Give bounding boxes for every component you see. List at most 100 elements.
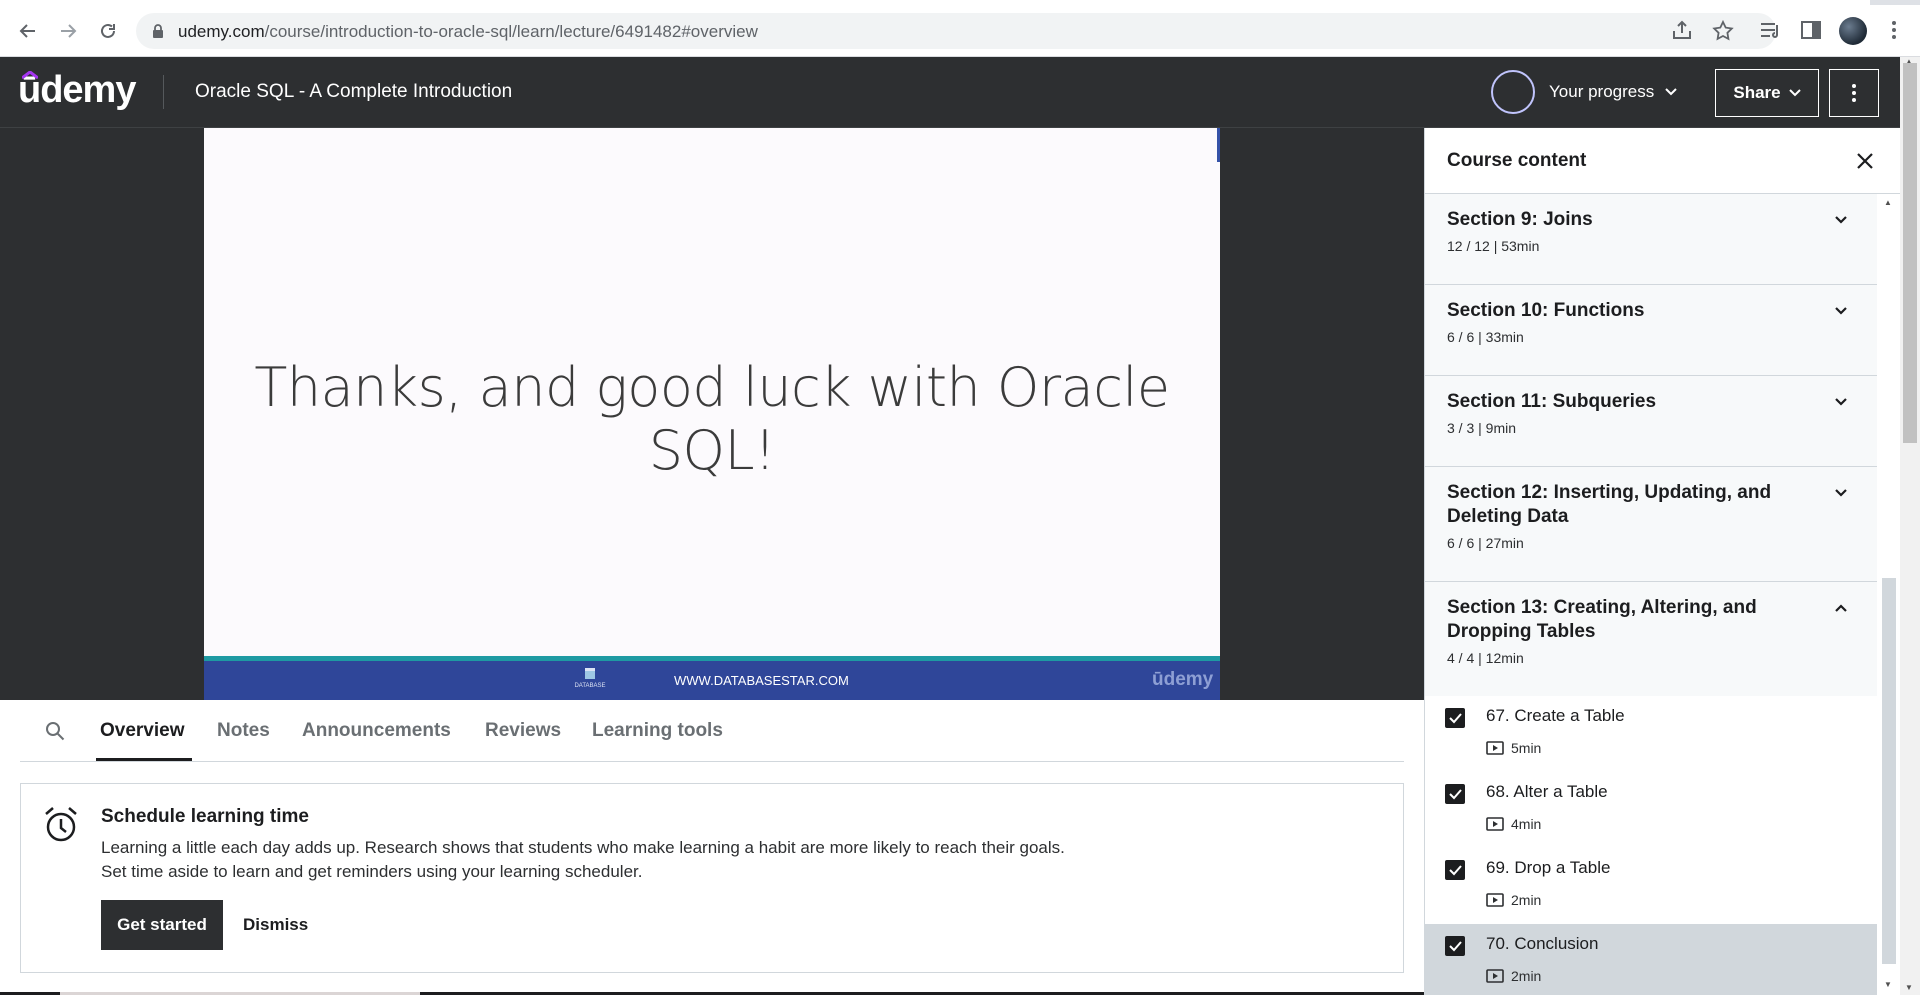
chrome-menu-icon[interactable] [1880, 16, 1908, 44]
chevron-down-icon [1665, 88, 1677, 96]
sidebar-scrollbar[interactable]: ▲ ▼ [1877, 194, 1901, 995]
chevron-down-icon [1788, 89, 1801, 97]
lecture-title: 68. Alter a Table [1486, 782, 1608, 801]
tab-notes[interactable]: Notes [217, 720, 270, 742]
alarm-clock-icon [45, 807, 77, 842]
lecture-item-68[interactable]: 68. Alter a Table 4min [1425, 772, 1877, 848]
schedule-description: Learning a little each day adds up. Rese… [101, 836, 1301, 884]
address-bar[interactable]: udemy.com/course/introduction-to-oracle-… [136, 13, 1776, 49]
search-icon[interactable] [44, 720, 66, 742]
slide-footer: DATABASE WWW.DATABASESTAR.COM ūdemy [204, 656, 1220, 700]
lecture-item-67[interactable]: 67. Create a Table 5min [1425, 696, 1877, 772]
checkmark-icon [1449, 865, 1462, 876]
share-page-icon[interactable] [1670, 19, 1694, 43]
schedule-learning-card: Schedule learning time Learning a little… [20, 783, 1404, 973]
lecture-item-69[interactable]: 69. Drop a Table 2min [1425, 848, 1877, 924]
section-10[interactable]: Section 10: Functions 6 / 6 | 33min [1425, 285, 1877, 376]
schedule-line-2: Set time aside to learn and get reminder… [101, 862, 643, 881]
url-text[interactable]: udemy.com/course/introduction-to-oracle-… [178, 22, 758, 42]
video-player[interactable]: Thanks, and good luck with Oracle SQL! D… [0, 128, 1424, 700]
tab-reviews[interactable]: Reviews [485, 720, 561, 742]
lock-icon[interactable] [152, 23, 164, 39]
scroll-up-arrow[interactable]: ▲ [1884, 198, 1892, 207]
chevron-down-icon [1835, 216, 1847, 224]
sidebar-list: Section 9: Joins 12 / 12 | 53min Section… [1425, 194, 1877, 995]
checkmark-icon [1449, 713, 1462, 724]
tab-announcements[interactable]: Announcements [302, 720, 451, 742]
checkmark-icon [1449, 941, 1462, 952]
get-started-button[interactable]: Get started [101, 900, 223, 950]
section-11[interactable]: Section 11: Subqueries 3 / 3 | 9min [1425, 376, 1877, 467]
profile-avatar[interactable] [1839, 17, 1867, 45]
tab-overview[interactable]: Overview [100, 720, 185, 742]
section-meta: 6 / 6 | 33min [1447, 329, 1524, 345]
more-options-button[interactable] [1829, 69, 1879, 117]
completed-checkbox[interactable] [1445, 936, 1465, 956]
section-title: Section 13: Creating, Altering, and Drop… [1447, 597, 1757, 642]
lecture-duration: 2min [1511, 968, 1542, 984]
section-meta: 3 / 3 | 9min [1447, 420, 1517, 436]
tab-strip [0, 0, 1920, 5]
chevron-down-icon [1835, 398, 1847, 406]
page-scrollbar[interactable]: ▲ ▼ [1900, 57, 1920, 995]
close-icon[interactable] [1853, 149, 1877, 173]
udemy-logo[interactable]: ūdemy [18, 69, 136, 112]
forward-icon[interactable] [54, 17, 82, 45]
sidebar-scroll-thumb[interactable] [1882, 578, 1896, 964]
video-icon [1486, 817, 1504, 831]
lecture-item-70[interactable]: 70. Conclusion 2min [1425, 924, 1877, 995]
slide-headline: Thanks, and good luck with Oracle SQL! [254, 356, 1170, 482]
header-divider [163, 75, 164, 109]
lecture-duration: 4min [1511, 816, 1542, 832]
section-title: Section 11: Subqueries [1447, 391, 1657, 412]
database-star-logo: DATABASE [570, 667, 610, 697]
checkmark-icon [1449, 789, 1462, 800]
progress-dropdown[interactable]: Your progress [1491, 69, 1678, 115]
section-13[interactable]: Section 13: Creating, Altering, and Drop… [1425, 582, 1877, 696]
tab-learning-tools[interactable]: Learning tools [592, 720, 723, 742]
schedule-title: Schedule learning time [101, 806, 309, 827]
chevron-down-icon [1835, 489, 1847, 497]
star-icon[interactable] [1711, 19, 1735, 43]
completed-checkbox[interactable] [1445, 860, 1465, 880]
course-header: ūdemy Oracle SQL - A Complete Introducti… [0, 57, 1900, 128]
slide-watermark: ūdemy [1152, 669, 1214, 690]
section-title: Section 9: Joins [1447, 209, 1593, 230]
back-icon[interactable] [14, 17, 42, 45]
active-tab-indicator [96, 758, 192, 761]
share-label: Share [1733, 83, 1781, 102]
lecture-slide: Thanks, and good luck with Oracle SQL! D… [204, 128, 1220, 700]
sidebar-header: Course content [1425, 128, 1901, 194]
section-title: Section 10: Functions [1447, 300, 1645, 321]
lecture-duration: 5min [1511, 740, 1542, 756]
section-meta: 12 / 12 | 53min [1447, 238, 1540, 254]
completed-checkbox[interactable] [1445, 784, 1465, 804]
lecture-tabs: Overview Notes Announcements Reviews Lea… [20, 700, 1404, 762]
page-scroll-thumb[interactable] [1903, 63, 1917, 443]
section-12[interactable]: Section 12: Inserting, Updating, and Del… [1425, 467, 1877, 582]
side-panel-icon[interactable] [1797, 16, 1825, 44]
reading-list-icon[interactable] [1757, 16, 1785, 44]
course-content-sidebar: Course content Section 9: Joins 12 / 12 … [1424, 128, 1901, 995]
slide-edge [1217, 128, 1220, 162]
udemy-hat-icon [22, 71, 38, 79]
database-logo-text: DATABASE [574, 683, 606, 689]
url-host: udemy.com [178, 22, 265, 41]
chevron-down-icon [1835, 307, 1847, 315]
section-9[interactable]: Section 9: Joins 12 / 12 | 53min [1425, 194, 1877, 285]
completed-checkbox[interactable] [1445, 708, 1465, 728]
sidebar-title: Course content [1447, 150, 1587, 171]
progress-ring [1491, 70, 1535, 114]
kebab-menu-icon [1852, 84, 1856, 102]
dismiss-button[interactable]: Dismiss [243, 915, 308, 935]
url-path: /course/introduction-to-oracle-sql/learn… [264, 22, 758, 41]
slide-footer-site: WWW.DATABASESTAR.COM [674, 673, 849, 688]
active-tab[interactable] [0, 0, 1870, 5]
lecture-title: 67. Create a Table [1486, 706, 1625, 725]
scroll-down-arrow[interactable]: ▼ [1884, 980, 1892, 989]
section-meta: 4 / 4 | 12min [1447, 650, 1524, 666]
reload-icon[interactable] [94, 17, 122, 45]
share-button[interactable]: Share [1715, 69, 1819, 117]
scroll-down-arrow[interactable]: ▼ [1905, 983, 1913, 992]
course-title[interactable]: Oracle SQL - A Complete Introduction [195, 81, 512, 103]
